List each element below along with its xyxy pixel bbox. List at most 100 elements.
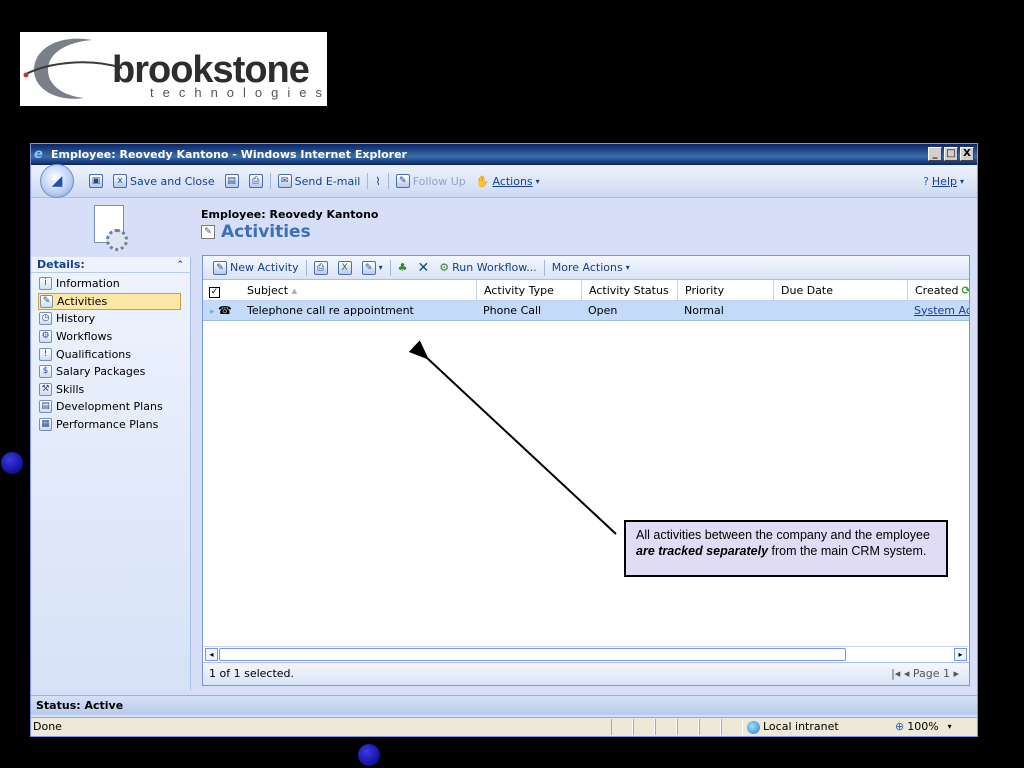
- export-excel-button[interactable]: X: [333, 260, 357, 275]
- column-header-created[interactable]: Created⟳: [907, 279, 969, 301]
- sidebar-item-history[interactable]: ◷ History: [31, 310, 190, 328]
- actions-menu[interactable]: ✋ Actions ▾: [471, 175, 545, 188]
- chevron-down-icon: ▾: [378, 263, 383, 272]
- callout-text-before: All activities between the company and t…: [636, 528, 930, 542]
- sidebar-item-performance-plans[interactable]: ▦ Performance Plans: [31, 416, 190, 434]
- select-all-column[interactable]: ✓: [203, 280, 240, 301]
- first-page-icon[interactable]: |◂: [891, 667, 900, 680]
- page-number: Page 1: [912, 667, 950, 680]
- new-activity-button[interactable]: ✎ New Activity: [208, 260, 304, 275]
- save-and-close-label: Save and Close: [130, 174, 215, 188]
- form-toolbar: ◢ ▣ x Save and Close ▤ ⎙ ✉ Send E-mail ⌇…: [31, 164, 977, 198]
- run-workflow-button[interactable]: ⚙ Run Workflow...: [434, 261, 541, 274]
- assign-button[interactable]: ♣: [393, 261, 413, 274]
- more-actions-label: More Actions: [551, 261, 623, 274]
- save-and-close-button[interactable]: x Save and Close: [108, 174, 220, 188]
- follow-up-button[interactable]: ✎ Follow Up: [391, 174, 471, 188]
- security-zone[interactable]: Local intranet: [747, 718, 839, 736]
- sidebar-item-label: Qualifications: [56, 347, 132, 361]
- chevron-down-icon: ▾: [959, 177, 964, 186]
- page-title: ✎ Activities: [201, 222, 311, 242]
- printer-icon: ⎙: [313, 260, 328, 275]
- column-header-label: Subject: [247, 283, 289, 297]
- sidebar-item-skills[interactable]: ⚒ Skills: [31, 381, 190, 399]
- sidebar-item-workflows[interactable]: ⚙ Workflows: [31, 328, 190, 346]
- minimize-button[interactable]: _: [928, 147, 942, 161]
- window-titlebar: e Employee: Reovedy Kantono - Windows In…: [31, 144, 977, 165]
- refresh-icon[interactable]: ⟳: [962, 280, 969, 301]
- scrollbar-thumb[interactable]: [219, 648, 846, 661]
- next-page-icon[interactable]: ▸: [953, 667, 959, 680]
- toolbar-separator: [543, 259, 545, 276]
- maximize-button[interactable]: □: [944, 147, 958, 161]
- zoom-icon: ⊕: [895, 720, 905, 733]
- help-label: Help: [931, 175, 957, 188]
- toolbar-separator: [269, 173, 271, 189]
- print-button[interactable]: ⎙: [244, 174, 268, 188]
- sort-ascending-icon: ▴: [288, 283, 298, 297]
- printer-icon: ⎙: [248, 174, 263, 188]
- sidebar-item-label: Activities: [57, 294, 108, 308]
- new-activity-icon: ✎: [213, 260, 227, 275]
- grid-columns: Subject ▴ Activity Type Activity Status Pri…: [240, 279, 969, 301]
- scroll-left-icon[interactable]: ◂: [205, 648, 218, 661]
- sidebar-item-activities[interactable]: ✎ Activities: [38, 292, 181, 311]
- browser-status-bar: Done Local intranet ⊕ 100% ▾: [31, 717, 977, 736]
- save-close-icon: x: [113, 174, 127, 188]
- sidebar-item-development-plans[interactable]: ▤ Development Plans: [31, 398, 190, 416]
- toolbar-separator: [387, 173, 389, 189]
- email-icon: ✉: [277, 174, 292, 188]
- grid-toolbar: ✎ New Activity ⎙ X ✎ ▾ ♣ ✕ ⚙ Run Workflo…: [203, 256, 969, 280]
- column-header-subject[interactable]: Subject ▴: [240, 280, 476, 301]
- close-button[interactable]: X: [960, 147, 974, 161]
- column-header-due-date[interactable]: Due Date: [773, 279, 907, 301]
- previous-page-icon[interactable]: ◂: [904, 667, 910, 680]
- follow-up-icon: ✎: [395, 174, 410, 188]
- status-segment: [677, 719, 699, 735]
- more-actions-menu[interactable]: More Actions ▾: [547, 261, 635, 274]
- sidebar-item-label: Development Plans: [56, 400, 163, 414]
- edit-menu-button[interactable]: ✎ ▾: [357, 260, 388, 275]
- table-row[interactable]: ▸ ☎ Telephone call re appointment Phone Ca…: [203, 301, 969, 321]
- delete-button[interactable]: ✕: [413, 260, 435, 276]
- print-grid-button[interactable]: ⎙: [309, 260, 333, 275]
- send-email-button[interactable]: ✉ Send E-mail: [273, 174, 366, 188]
- sidebar-item-salary-packages[interactable]: $ Salary Packages: [31, 363, 190, 381]
- save-button[interactable]: ▣: [84, 174, 108, 188]
- column-header-activity-type[interactable]: Activity Type: [476, 279, 581, 301]
- status-segment: [699, 719, 721, 735]
- column-header-activity-status[interactable]: Activity Status: [581, 279, 677, 301]
- sidebar-item-information[interactable]: i Information: [31, 275, 190, 293]
- sidebar-item-qualifications[interactable]: ! Qualifications: [31, 345, 190, 363]
- row-indicator-icon: ▸: [210, 306, 215, 317]
- nav-section-header[interactable]: Details: ⌃: [31, 257, 190, 273]
- horizontal-scrollbar[interactable]: ◂ ▸: [204, 646, 968, 661]
- scroll-right-icon[interactable]: ▸: [954, 648, 967, 661]
- crm-home-icon[interactable]: ◢: [40, 164, 74, 198]
- toolbar-separator: [367, 173, 369, 189]
- dollar-icon: $: [39, 365, 52, 379]
- row-icon-cell: ▸ ☎: [203, 301, 240, 321]
- grid-header: ✓ Subject ▴ Activity Type Activity Status P…: [203, 279, 969, 301]
- pager: |◂ ◂ Page 1 ▸: [891, 663, 959, 685]
- select-all-checkbox[interactable]: ✓: [209, 286, 220, 298]
- excel-icon: X: [337, 260, 352, 275]
- attach-note-button[interactable]: ▤: [220, 174, 244, 188]
- zoom-level: 100%: [907, 720, 939, 733]
- performance-plans-icon: ▦: [39, 418, 52, 432]
- column-header-label: Created: [915, 283, 959, 297]
- zoom-control[interactable]: ⊕ 100% ▾: [895, 718, 952, 736]
- grid-footer: 1 of 1 selected. |◂ ◂ Page 1 ▸: [203, 662, 969, 685]
- zone-label: Local intranet: [763, 720, 839, 733]
- cell-created[interactable]: System Adm: [907, 301, 969, 321]
- column-header-priority[interactable]: Priority: [677, 279, 773, 301]
- decorative-dot-left: [1, 452, 23, 474]
- phone-call-icon: ☎: [218, 303, 232, 317]
- paperclip-icon: ⌇: [375, 174, 381, 188]
- collapse-icon[interactable]: ⌃: [176, 257, 184, 273]
- attach-file-button[interactable]: ⌇: [370, 175, 385, 188]
- help-menu[interactable]: ? Help ▾: [918, 165, 969, 198]
- cell-due-date: [773, 301, 907, 321]
- status-segment: [655, 719, 677, 735]
- decorative-dot-bottom: [358, 744, 380, 766]
